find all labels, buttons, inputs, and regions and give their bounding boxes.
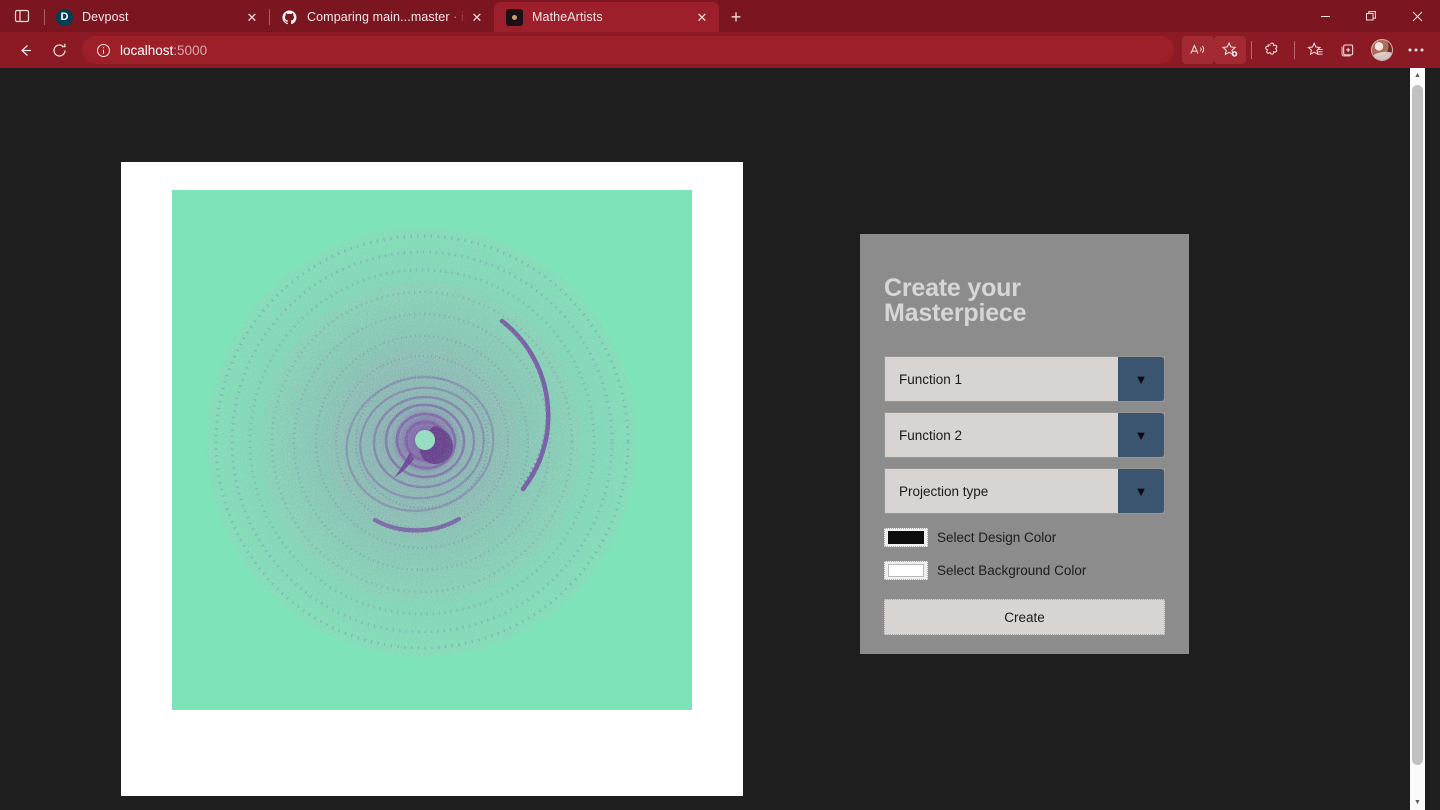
toolbar-divider-2 [1294, 41, 1295, 59]
github-favicon [281, 9, 298, 26]
toolbar-actions [1182, 35, 1432, 65]
function-1-value[interactable]: Function 1 [885, 357, 1118, 401]
read-aloud-icon[interactable] [1182, 36, 1214, 64]
create-panel: Create your Masterpiece Function 1 ▼ Fun… [860, 234, 1189, 654]
url-port: :5000 [173, 42, 208, 58]
more-settings-icon[interactable] [1400, 36, 1432, 64]
scrollbar-thumb[interactable] [1412, 85, 1423, 765]
toolbar-divider [1251, 41, 1252, 59]
minimize-button[interactable] [1302, 0, 1348, 32]
create-button[interactable]: Create [884, 599, 1165, 635]
tab-close-button[interactable]: ✕ [466, 6, 488, 28]
chevron-down-icon[interactable]: ▼ [1118, 357, 1164, 401]
function-1-select[interactable]: Function 1 ▼ [884, 356, 1165, 402]
tab-label: MatheArtists [532, 10, 603, 24]
close-window-button[interactable] [1394, 0, 1440, 32]
browser-toolbar: localhost:5000 [0, 32, 1440, 68]
site-info-icon[interactable] [92, 39, 114, 61]
tab-strip: D Devpost ✕ Comparing main...master · is… [44, 0, 719, 32]
tab-close-button[interactable]: ✕ [691, 6, 713, 28]
design-color-row: Select Design Color [884, 528, 1165, 547]
refresh-button[interactable] [42, 36, 76, 64]
artwork-card [121, 162, 743, 796]
scroll-up-arrow[interactable]: ▲ [1410, 68, 1425, 83]
chevron-down-icon[interactable]: ▼ [1118, 469, 1164, 513]
add-favorite-icon[interactable] [1214, 36, 1246, 64]
new-tab-button[interactable]: + [719, 2, 753, 32]
projection-type-select[interactable]: Projection type ▼ [884, 468, 1165, 514]
matheartists-favicon [506, 8, 523, 26]
design-color-swatch[interactable] [884, 528, 928, 547]
scroll-down-arrow[interactable]: ▼ [1410, 795, 1425, 810]
browser-title-bar: D Devpost ✕ Comparing main...master · is… [0, 0, 1440, 32]
tab-github-compare[interactable]: Comparing main...master · ishan ✕ [269, 2, 494, 32]
projection-type-value[interactable]: Projection type [885, 469, 1118, 513]
collections-icon[interactable] [1332, 36, 1364, 64]
tab-label: Devpost [82, 10, 129, 24]
tab-matheartists[interactable]: MatheArtists ✕ [494, 2, 719, 32]
artwork-svg [172, 190, 692, 710]
artwork-canvas[interactable] [172, 190, 692, 710]
devpost-favicon: D [56, 8, 73, 26]
background-color-swatch[interactable] [884, 561, 928, 580]
extensions-icon[interactable] [1257, 36, 1289, 64]
url-text: localhost:5000 [120, 43, 207, 58]
background-color-row: Select Background Color [884, 561, 1165, 580]
panel-title: Create your Masterpiece [884, 274, 1027, 327]
design-color-label: Select Design Color [937, 530, 1057, 545]
url-host: localhost [120, 42, 174, 58]
maximize-button[interactable] [1348, 0, 1394, 32]
tab-label: Comparing main...master · ishan [307, 10, 466, 24]
function-2-select[interactable]: Function 2 ▼ [884, 412, 1165, 458]
window-controls [1302, 0, 1440, 32]
tab-overview-icon[interactable] [0, 0, 44, 32]
function-2-value[interactable]: Function 2 [885, 413, 1118, 457]
page-viewport: Create your Masterpiece Function 1 ▼ Fun… [0, 68, 1440, 810]
favorites-list-icon[interactable] [1300, 36, 1332, 64]
back-button[interactable] [8, 36, 42, 64]
browser-window: D Devpost ✕ Comparing main...master · is… [0, 0, 1440, 810]
tab-close-button[interactable]: ✕ [241, 6, 263, 28]
page-scrollbar[interactable]: ▲ ▼ [1410, 68, 1425, 810]
web-page: Create your Masterpiece Function 1 ▼ Fun… [0, 68, 1425, 810]
tab-devpost[interactable]: D Devpost ✕ [44, 2, 269, 32]
titlebar-drag-area [753, 0, 1302, 32]
background-color-label: Select Background Color [937, 563, 1087, 578]
avatar [1371, 39, 1393, 61]
address-bar[interactable]: localhost:5000 [82, 36, 1174, 64]
profile-avatar[interactable] [1367, 35, 1397, 65]
chevron-down-icon[interactable]: ▼ [1118, 413, 1164, 457]
